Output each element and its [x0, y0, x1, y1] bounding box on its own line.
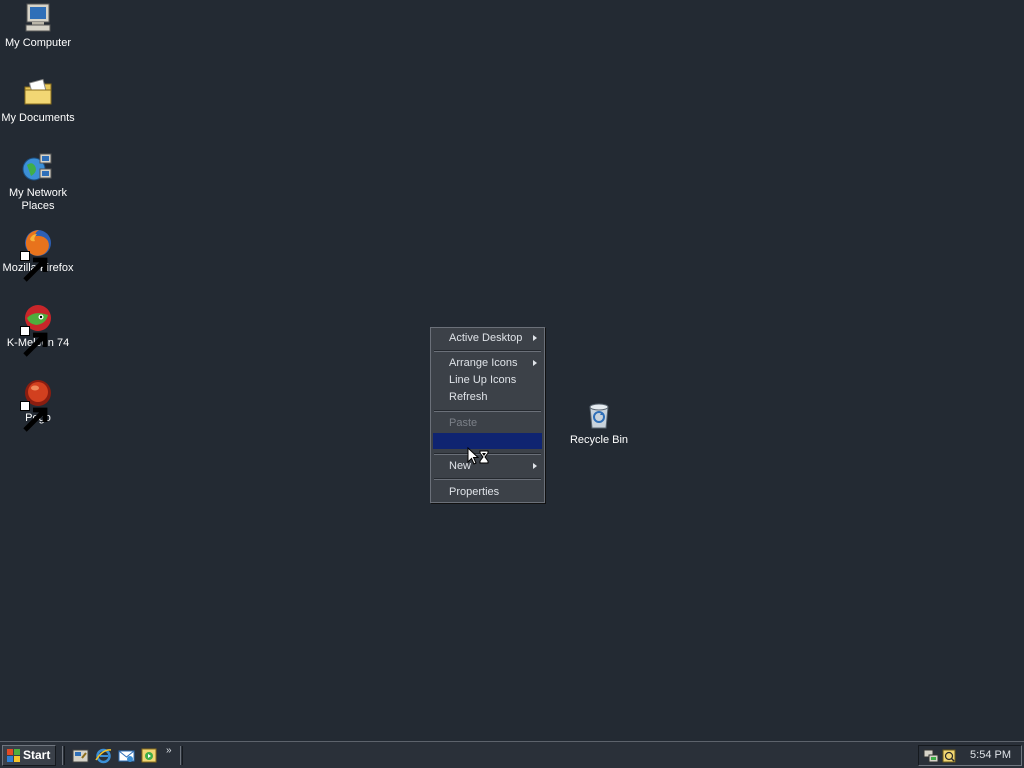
shortcut-arrow-icon	[20, 401, 48, 432]
menu-separator	[434, 478, 541, 480]
start-label: Start	[23, 748, 51, 762]
shortcut-arrow-icon	[20, 251, 48, 282]
menu-item-properties[interactable]: Properties	[433, 484, 542, 500]
submenu-arrow-icon	[533, 360, 537, 366]
desktop-icon-label: My Network Places	[8, 187, 68, 212]
quick-launch-more-chevron-icon[interactable]: »	[166, 745, 172, 757]
menu-item-line-up-icons[interactable]: Line Up Icons	[433, 372, 542, 388]
shortcut-arrow-icon	[20, 326, 48, 357]
show-desktop-icon[interactable]	[72, 747, 89, 764]
my-network-places-icon	[22, 152, 54, 184]
network-icon[interactable]	[923, 748, 939, 764]
volume-icon[interactable]	[941, 748, 957, 764]
desktop-icon-my-computer[interactable]: My Computer	[0, 2, 76, 50]
desktop[interactable]: My Computer My Documents My Network Plac…	[0, 0, 1024, 741]
desktop-icon-label: My Documents	[1, 112, 75, 124]
desktop-context-menu: Active Desktop Arrange Icons Line Up Ico…	[430, 327, 545, 503]
desktop-icon-mozilla-firefox[interactable]: Mozilla Firefox	[0, 227, 76, 282]
menu-item-label: Paste	[449, 417, 478, 429]
internet-explorer-icon[interactable]	[95, 747, 112, 764]
menu-item-label: Arrange Icons	[449, 357, 518, 369]
clock[interactable]: 5:54 PM	[970, 746, 1011, 765]
submenu-arrow-icon	[533, 463, 537, 469]
menu-item-active-desktop[interactable]: Active Desktop	[433, 330, 542, 346]
menu-item-paste[interactable]: Paste	[433, 415, 542, 431]
menu-item-label: Active Desktop	[449, 332, 523, 344]
taskbar-grip[interactable]	[180, 746, 183, 765]
menu-separator	[434, 410, 541, 412]
start-button[interactable]: Start	[2, 745, 56, 766]
desktop-icon-label: My Computer	[4, 37, 72, 49]
taskbar: Start » 5:54 PM	[0, 741, 1024, 768]
desktop-icon-pego[interactable]: Pego	[0, 377, 76, 432]
system-tray: 5:54 PM	[918, 745, 1022, 766]
submenu-arrow-icon	[533, 335, 537, 341]
outlook-express-icon[interactable]	[118, 747, 135, 764]
pego-icon	[20, 377, 54, 432]
firefox-icon	[20, 227, 54, 282]
media-icon[interactable]	[141, 747, 158, 764]
desktop-icon-k-meleon[interactable]: K-Meleon 74	[0, 302, 76, 357]
my-documents-icon	[22, 77, 54, 109]
busy-cursor-icon	[467, 446, 491, 469]
menu-item-label: Line Up Icons	[449, 374, 517, 386]
desktop-icon-label: Recycle Bin	[569, 434, 629, 446]
menu-item-label: Refresh	[449, 391, 488, 403]
taskbar-grip[interactable]	[62, 746, 65, 765]
menu-item-refresh[interactable]: Refresh	[433, 389, 542, 405]
my-computer-icon	[22, 2, 54, 34]
desktop-icon-recycle-bin[interactable]: Recycle Bin	[561, 399, 637, 447]
desktop-icon-my-network-places[interactable]: My Network Places	[0, 152, 76, 213]
menu-item-label: Properties	[449, 486, 500, 498]
menu-separator	[434, 350, 541, 352]
k-meleon-icon	[20, 302, 54, 357]
recycle-bin-icon	[583, 399, 615, 431]
desktop-icon-my-documents[interactable]: My Documents	[0, 77, 76, 125]
menu-item-arrange-icons[interactable]: Arrange Icons	[433, 355, 542, 371]
windows-logo-icon	[7, 749, 21, 762]
